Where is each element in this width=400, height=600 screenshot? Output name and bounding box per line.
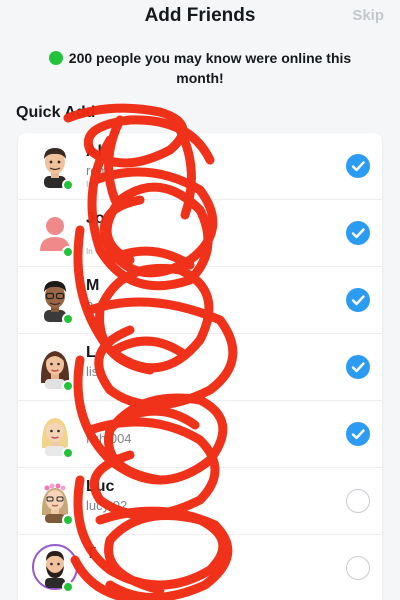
quick-add-list: Al rom In Jo In M b I L lis fish 004 Luc…	[18, 133, 382, 600]
selected-check-icon[interactable]	[346, 154, 370, 178]
header: Add Friends Skip	[0, 0, 400, 36]
online-status-icon	[62, 313, 74, 325]
friend-name: Luc	[86, 478, 115, 495]
friend-subtext: In	[86, 180, 93, 189]
page-title: Add Friends	[144, 5, 256, 26]
list-item[interactable]: Jo In	[18, 200, 382, 267]
selected-check-icon[interactable]	[346, 221, 370, 245]
online-status-icon	[62, 246, 74, 258]
list-item[interactable]: fish 004	[18, 401, 382, 468]
friend-username: rom	[86, 163, 109, 178]
friend-name: L	[86, 344, 96, 361]
friend-subtext: I	[86, 314, 89, 323]
friend-username: b	[86, 297, 94, 312]
list-item[interactable]: T	[18, 535, 382, 600]
online-status-icon	[62, 581, 74, 593]
friend-name: Al	[86, 143, 102, 160]
friend-subtext: In	[86, 247, 93, 256]
friend-username: fish 004	[86, 431, 132, 446]
friend-name: Jo	[86, 210, 105, 227]
selected-check-icon[interactable]	[346, 355, 370, 379]
online-status-icon	[62, 179, 74, 191]
online-status-icon	[62, 447, 74, 459]
selected-check-icon[interactable]	[346, 422, 370, 446]
unselected-circle-icon[interactable]	[346, 489, 370, 513]
online-dot-icon	[48, 51, 63, 65]
skip-button[interactable]: Skip	[352, 7, 384, 24]
friend-name: T	[86, 545, 96, 562]
online-status-icon	[62, 514, 74, 526]
list-item[interactable]: Luc lucy 02	[18, 468, 382, 535]
list-item[interactable]: M b I	[18, 267, 382, 334]
online-banner-text: 200 people you may know were online this…	[68, 50, 352, 86]
friend-username: lis	[86, 364, 99, 379]
list-item[interactable]: L lis	[18, 334, 382, 401]
list-item[interactable]: Al rom In	[18, 133, 382, 200]
friend-username: lucy 02	[86, 498, 128, 513]
online-status-icon	[62, 380, 74, 392]
friend-name: M	[86, 277, 100, 294]
quick-add-title: Quick Add	[16, 104, 96, 121]
unselected-circle-icon[interactable]	[346, 556, 370, 580]
selected-check-icon[interactable]	[346, 288, 370, 312]
online-banner: 200 people you may know were online this…	[40, 48, 360, 88]
